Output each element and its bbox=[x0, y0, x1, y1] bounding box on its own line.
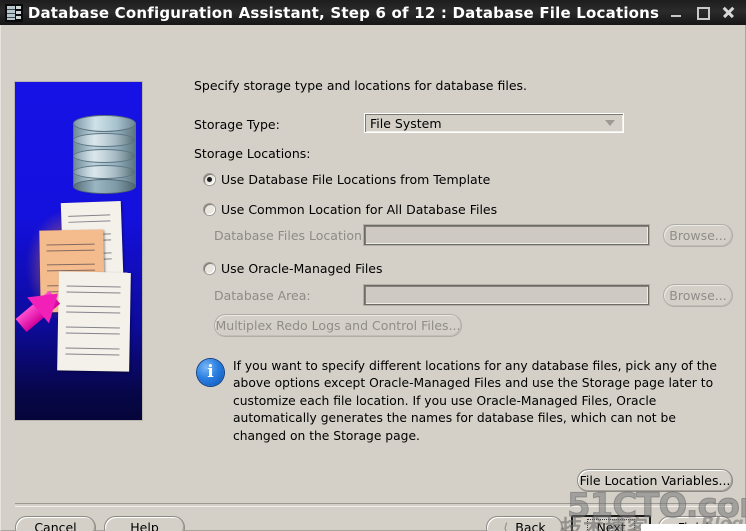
database-app-icon bbox=[5, 3, 23, 22]
info-icon: i bbox=[197, 359, 224, 386]
radio-indicator bbox=[204, 174, 215, 185]
back-label: Back bbox=[515, 520, 546, 531]
minimize-icon[interactable] bbox=[670, 6, 683, 19]
database-files-location-label: Database Files Location: bbox=[214, 228, 367, 243]
cancel-button[interactable]: Cancel bbox=[15, 516, 96, 531]
radio-use-template[interactable]: Use Database File Locations from Templat… bbox=[204, 172, 490, 187]
chevron-left-icon: ⟨ bbox=[503, 520, 509, 531]
database-area-input[interactable] bbox=[364, 285, 649, 305]
window-title: Database Configuration Assistant, Step 6… bbox=[27, 3, 660, 22]
radio-use-common-location[interactable]: Use Common Location for All Database Fil… bbox=[204, 202, 497, 217]
window-body: Specify storage type and locations for d… bbox=[0, 25, 746, 531]
radio-label: Use Database File Locations from Templat… bbox=[221, 172, 491, 187]
window-controls bbox=[670, 6, 735, 20]
dbca-window: Database Configuration Assistant, Step 6… bbox=[0, 0, 746, 531]
storage-locations-label: Storage Locations: bbox=[194, 146, 311, 161]
browse-label: Browse... bbox=[669, 228, 727, 243]
database-files-location-input[interactable] bbox=[364, 225, 649, 245]
multiplex-redo-logs-button[interactable]: Multiplex Redo Logs and Control Files... bbox=[214, 314, 462, 337]
browse-database-area-button[interactable]: Browse... bbox=[663, 284, 733, 307]
main-content: Specify storage type and locations for d… bbox=[1, 25, 746, 531]
help-button[interactable]: Help bbox=[104, 516, 185, 531]
file-location-variables-button[interactable]: File Location Variables... bbox=[577, 469, 733, 492]
chevron-down-icon bbox=[605, 120, 615, 126]
cancel-label: Cancel bbox=[34, 520, 77, 531]
finish-button[interactable]: Finish bbox=[658, 516, 733, 531]
radio-label: Use Common Location for All Database Fil… bbox=[221, 202, 498, 217]
storage-type-select[interactable]: File System bbox=[364, 113, 624, 133]
storage-type-value: File System bbox=[370, 115, 442, 131]
footer-separator bbox=[15, 503, 733, 507]
radio-indicator bbox=[204, 204, 215, 215]
browse-database-files-location-button[interactable]: Browse... bbox=[663, 224, 733, 247]
close-icon[interactable] bbox=[722, 6, 735, 19]
radio-indicator bbox=[204, 263, 215, 274]
info-message: If you want to specify different locatio… bbox=[233, 359, 717, 443]
multiplex-label: Multiplex Redo Logs and Control Files... bbox=[215, 318, 461, 333]
database-area-label: Database Area: bbox=[214, 288, 311, 303]
page-intro-text: Specify storage type and locations for d… bbox=[194, 78, 527, 93]
next-button[interactable]: Next bbox=[571, 515, 651, 531]
finish-label: Finish bbox=[677, 520, 714, 531]
storage-type-label: Storage Type: bbox=[194, 117, 280, 132]
next-label: Next bbox=[587, 519, 635, 531]
help-label: Help bbox=[130, 520, 159, 531]
window-titlebar: Database Configuration Assistant, Step 6… bbox=[0, 0, 746, 25]
back-button[interactable]: ⟨ Back bbox=[486, 516, 563, 531]
file-location-variables-label: File Location Variables... bbox=[579, 473, 731, 488]
info-glyph: i bbox=[207, 362, 214, 382]
radio-label: Use Oracle-Managed Files bbox=[221, 261, 383, 276]
maximize-icon[interactable] bbox=[696, 6, 710, 20]
radio-use-oracle-managed-files[interactable]: Use Oracle-Managed Files bbox=[204, 261, 383, 276]
browse-label: Browse... bbox=[669, 288, 727, 303]
